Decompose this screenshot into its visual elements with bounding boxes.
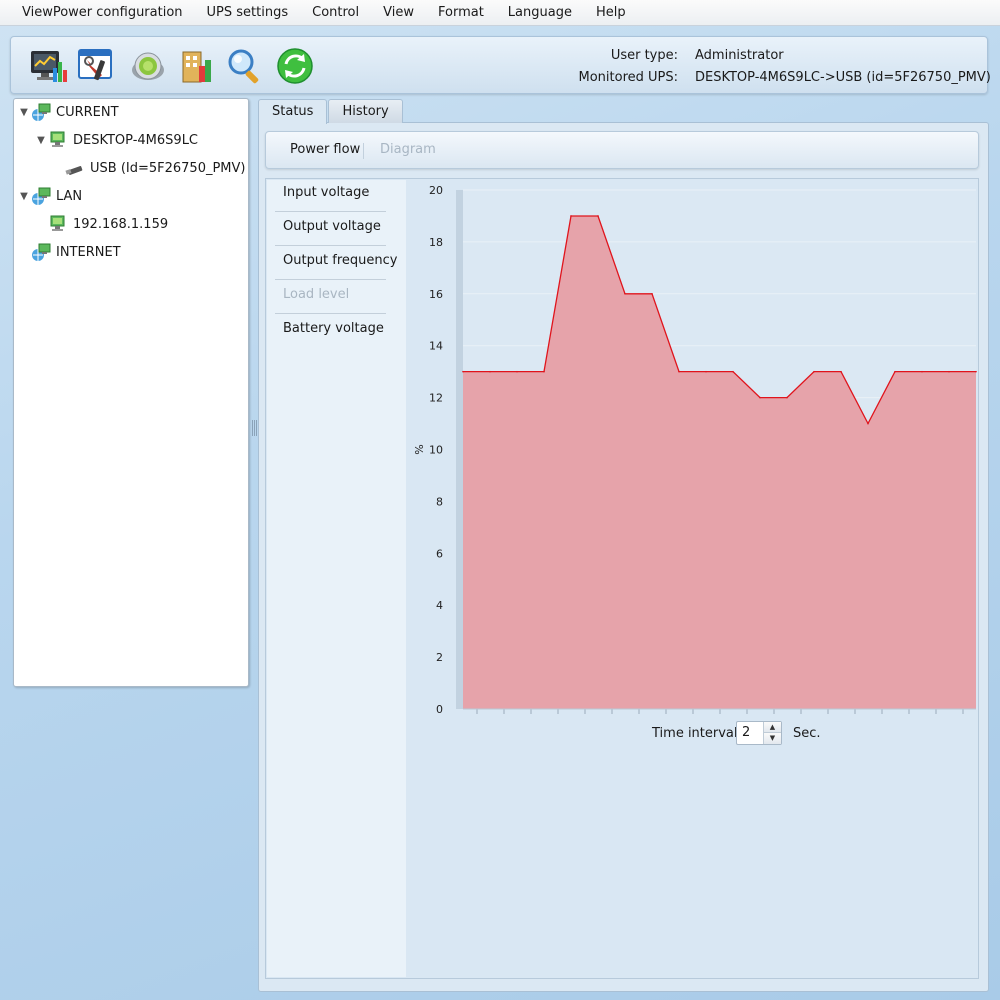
power-flow-button[interactable]: Power flow	[290, 142, 360, 157]
computer-icon	[50, 131, 65, 147]
menu-format[interactable]: Format	[426, 0, 496, 26]
tree-label-lan: LAN	[56, 188, 83, 204]
data-point	[786, 396, 788, 399]
tree-label-usb: USB (Id=5F26750_PMV)	[90, 160, 246, 176]
time-interval-label: Time interval	[652, 725, 738, 741]
data-point	[597, 215, 599, 217]
y-axis-bar	[456, 190, 463, 709]
menu-ups-settings[interactable]: UPS settings	[195, 0, 301, 26]
y-tick-label: 16	[429, 288, 443, 301]
data-point	[705, 370, 707, 373]
data-point	[759, 396, 761, 399]
data-point	[813, 370, 815, 373]
tree-label-desktop: DESKTOP-4M6S9LC	[73, 132, 199, 148]
y-tick-label: 12	[429, 392, 443, 405]
data-point	[732, 370, 734, 373]
expand-arrow-icon[interactable]: ▼	[18, 191, 30, 202]
data-point	[894, 370, 896, 373]
expand-arrow-icon[interactable]: ▼	[18, 107, 30, 118]
data-point	[948, 370, 950, 373]
y-tick-label: 20	[429, 184, 443, 197]
data-point	[921, 370, 923, 373]
data-point	[624, 293, 626, 295]
network-computer-icon	[32, 103, 51, 121]
tree-node-current[interactable]: ▼ CURRENT	[18, 101, 119, 123]
tree-node-lan-ip[interactable]: 192.168.1.159	[47, 213, 168, 235]
status-subtoolbar: Power flow Diagram	[265, 131, 979, 169]
tree-node-internet[interactable]: INTERNET	[30, 241, 121, 263]
y-tick-label: 14	[429, 340, 443, 353]
time-interval-value[interactable]: 2	[742, 725, 750, 740]
data-point	[975, 370, 977, 373]
panel-splitter[interactable]	[251, 420, 257, 436]
tab-status[interactable]: Status	[258, 99, 328, 124]
menu-control[interactable]: Control	[300, 0, 371, 26]
data-point	[462, 370, 464, 373]
expand-arrow-icon[interactable]: ▼	[35, 135, 47, 146]
user-type-label: User type:	[610, 48, 678, 63]
y-tick-label: 6	[436, 547, 443, 560]
data-point	[516, 370, 518, 373]
y-tick-label: 10	[429, 444, 443, 457]
monitored-ups-label: Monitored UPS:	[578, 70, 679, 85]
monitored-ups-value: DESKTOP-4M6S9LC->USB (id=5F26750_PMV)	[695, 70, 991, 85]
usb-plug-icon	[65, 166, 83, 175]
spinner-buttons: ▲ ▼	[763, 722, 781, 744]
data-point	[489, 370, 491, 373]
data-point	[651, 293, 653, 295]
menu-language[interactable]: Language	[496, 0, 584, 26]
user-type-value: Administrator	[695, 48, 784, 63]
user-info: User type: Administrator Monitored UPS: …	[11, 45, 991, 89]
tree-label-internet: INTERNET	[56, 244, 121, 260]
tree-label-lan-ip: 192.168.1.159	[73, 216, 169, 232]
y-tick-label: 4	[436, 599, 443, 612]
data-point	[840, 370, 842, 373]
tree-label-current: CURRENT	[56, 104, 119, 120]
param-output-voltage[interactable]: Output voltage	[275, 212, 386, 246]
computer-icon	[50, 215, 65, 231]
y-tick-label: 18	[429, 236, 443, 249]
param-output-frequency[interactable]: Output frequency	[275, 246, 398, 280]
menu-bar: ViewPower configuration UPS settings Con…	[0, 0, 1000, 26]
param-battery-voltage[interactable]: Battery voltage	[275, 314, 386, 348]
diagram-button[interactable]: Diagram	[380, 142, 436, 157]
tree-node-desktop[interactable]: ▼ DESKTOP-4M6S9LC	[35, 129, 198, 151]
menu-view[interactable]: View	[371, 0, 426, 26]
time-interval-spinner[interactable]: 2 ▲ ▼	[736, 721, 782, 745]
y-axis-label: %	[413, 444, 426, 454]
tree-node-lan[interactable]: ▼ LAN	[18, 185, 82, 207]
time-interval-unit: Sec.	[793, 725, 821, 741]
tree-node-usb[interactable]: USB (Id=5F26750_PMV)	[64, 157, 246, 179]
data-point	[570, 215, 572, 217]
data-point	[867, 422, 869, 425]
y-tick-label: 2	[436, 651, 443, 664]
spinner-down-icon[interactable]: ▼	[764, 733, 781, 744]
separator	[363, 143, 364, 159]
param-load-level[interactable]: Load level	[275, 280, 386, 314]
data-point	[543, 370, 545, 373]
network-computer-icon	[32, 243, 51, 261]
main-toolbar: User type: Administrator Monitored UPS: …	[10, 36, 991, 94]
spinner-up-icon[interactable]: ▲	[764, 722, 781, 733]
data-point	[678, 370, 680, 373]
param-input-voltage[interactable]: Input voltage	[275, 178, 386, 212]
load-level-chart: 0 2 4 6 8 10 12 14 16 18 20%	[413, 184, 977, 716]
network-computer-icon	[32, 187, 51, 205]
device-tree: ▼ CURRENT ▼ DESKTOP-4M6S9LC USB (Id=5F26…	[13, 98, 249, 687]
menu-viewpower-configuration[interactable]: ViewPower configuration	[0, 0, 195, 26]
tab-bar: Status History	[258, 99, 404, 124]
y-tick-label: 8	[436, 495, 443, 508]
menu-help[interactable]: Help	[584, 0, 638, 26]
tab-history[interactable]: History	[328, 99, 403, 123]
y-tick-label: 0	[436, 703, 443, 716]
